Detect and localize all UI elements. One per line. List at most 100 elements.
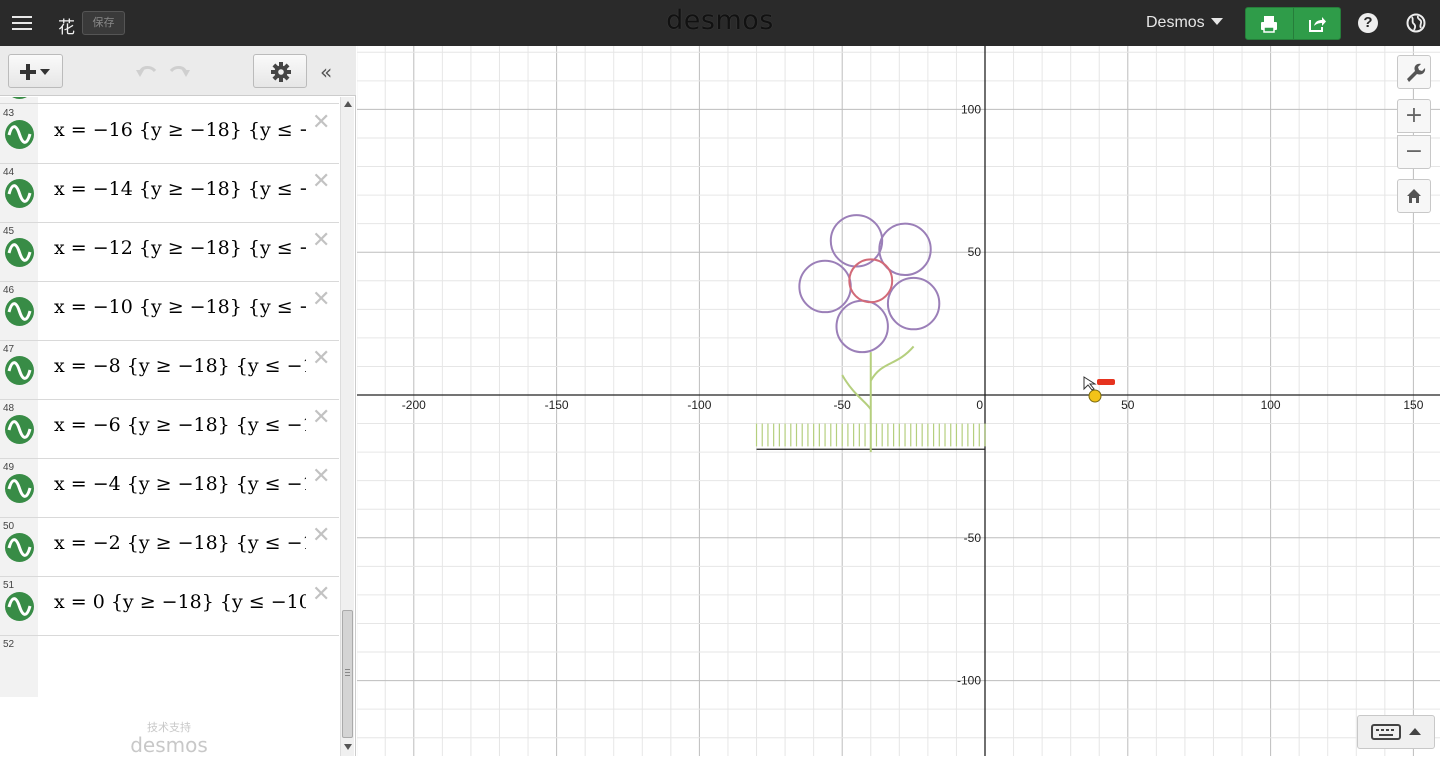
expression-style-icon[interactable] (5, 297, 34, 326)
undo-icon[interactable] (136, 62, 158, 80)
x-tick-label: 0 (976, 398, 983, 412)
expression-input[interactable]: x = 0 {y ≥ −18} {y ≤ −10} (54, 591, 306, 613)
powered-by-desmos[interactable]: 技术支持 desmos (128, 719, 210, 757)
share-icon[interactable] (1307, 14, 1327, 34)
delete-expression-icon[interactable]: ✕ (312, 346, 330, 371)
list-item[interactable]: 51 x = 0 {y ≥ −18} {y ≤ −10} ✕ (0, 577, 339, 636)
keyboard-icon (1371, 724, 1421, 740)
zoom-in-button[interactable]: + (1397, 99, 1431, 133)
list-item[interactable]: 45 x = −12 {y ≥ −18} {y ≤ −10} ✕ (0, 223, 339, 282)
expression-input[interactable]: x = −2 {y ≥ −18} {y ≤ −10} (54, 532, 306, 554)
delete-expression-icon[interactable]: ✕ (312, 405, 330, 430)
delete-expression-icon[interactable]: ✕ (312, 464, 330, 489)
list-item[interactable] (0, 97, 339, 104)
divider (1293, 8, 1294, 39)
expression-number: 44 (3, 167, 15, 178)
petal-circle (886, 276, 941, 331)
delete-expression-icon[interactable]: ✕ (312, 110, 330, 135)
expression-input[interactable]: x = −14 {y ≥ −18} {y ≤ −10} (54, 178, 306, 200)
y-tick-label: 100 (961, 102, 981, 116)
account-menu[interactable]: Desmos (1146, 14, 1223, 32)
collapse-panel-icon[interactable]: « (320, 60, 332, 84)
list-item[interactable]: 43 x = −16 {y ≥ −18} {y ≤ −10} ✕ (0, 105, 339, 164)
x-tick-label: -200 (402, 398, 426, 412)
expression-number: 45 (3, 226, 15, 237)
delete-expression-icon[interactable]: ✕ (312, 287, 330, 312)
desmos-logo: desmos (666, 5, 774, 36)
list-item[interactable]: 48 x = −6 {y ≥ −18} {y ≤ −10} ✕ (0, 400, 339, 459)
footer-brand: desmos (130, 733, 208, 757)
petal-circle (835, 299, 889, 354)
x-tick-label: -100 (687, 398, 711, 412)
expression-number: 47 (3, 344, 15, 355)
expression-style-icon[interactable] (5, 415, 34, 444)
expression-style-icon[interactable] (5, 474, 34, 503)
expression-input[interactable]: x = −10 {y ≥ −18} {y ≤ −10} (54, 296, 306, 318)
language-globe-icon[interactable] (1406, 13, 1426, 33)
caret-down-icon (1210, 18, 1223, 25)
expression-input[interactable]: x = −16 {y ≥ −18} {y ≤ −10} (54, 119, 306, 141)
sticker-icon (1097, 379, 1115, 385)
add-item-button[interactable] (8, 54, 63, 88)
help-icon[interactable]: ? (1358, 13, 1378, 33)
expression-number: 49 (3, 462, 15, 473)
expression-number: 48 (3, 403, 15, 414)
x-tick-label: -50 (834, 398, 852, 412)
scroll-down-icon[interactable] (344, 744, 352, 750)
expression-style-icon[interactable] (5, 97, 34, 99)
hamburger-menu-icon[interactable] (12, 12, 34, 34)
list-item[interactable]: 50 x = −2 {y ≥ −18} {y ≤ −10} ✕ (0, 518, 339, 577)
expression-style-icon[interactable] (5, 179, 34, 208)
expression-style-icon[interactable] (5, 120, 34, 149)
petal-circle (798, 259, 852, 314)
redo-icon[interactable] (168, 62, 190, 80)
top-bar: 花 保存 desmos Desmos ? (0, 0, 1440, 46)
x-tick-label: 50 (1121, 398, 1135, 412)
expression-style-icon[interactable] (5, 533, 34, 562)
delete-expression-icon[interactable]: ✕ (312, 523, 330, 548)
graph-title[interactable]: 花 (58, 13, 75, 38)
gear-icon (271, 62, 291, 82)
cursor-icon (1083, 376, 1097, 391)
y-tick-label: 50 (968, 245, 982, 259)
scrollbar[interactable] (340, 97, 354, 756)
expression-number: 46 (3, 285, 15, 296)
delete-expression-icon[interactable]: ✕ (312, 169, 330, 194)
keyboard-toggle-button[interactable] (1357, 715, 1435, 749)
expression-input[interactable]: x = −8 {y ≥ −18} {y ≤ −10} (54, 355, 306, 377)
list-item[interactable]: 46 x = −10 {y ≥ −18} {y ≤ −10} ✕ (0, 282, 339, 341)
graph-paper[interactable]: -200 -150 -100 -50 0 50 100 150 100 50 -50 -100 (356, 23, 1440, 756)
print-icon[interactable] (1259, 14, 1279, 34)
delete-expression-icon[interactable]: ✕ (312, 582, 330, 607)
list-item[interactable]: 49 x = −4 {y ≥ −18} {y ≤ −10} ✕ (0, 459, 339, 518)
graph-settings-wrench-icon[interactable] (1397, 55, 1431, 89)
expression-style-icon[interactable] (5, 238, 34, 267)
save-button[interactable]: 保存 (82, 11, 125, 35)
plus-dropdown-icon (20, 64, 50, 80)
sticker-icon (1088, 389, 1102, 403)
delete-expression-icon[interactable]: ✕ (312, 228, 330, 253)
x-tick-label: 100 (1261, 398, 1281, 412)
expression-input[interactable]: x = −4 {y ≥ −18} {y ≤ −10} (54, 473, 306, 495)
expression-number: 51 (3, 580, 15, 591)
new-expression-row[interactable]: 52 (0, 636, 339, 695)
settings-button[interactable] (253, 54, 307, 88)
scrollbar-thumb[interactable] (342, 610, 353, 738)
action-buttons-group (1245, 7, 1341, 40)
scroll-up-icon[interactable] (344, 101, 352, 107)
expression-panel: « 43 x = −16 {y ≥ −18} {y ≤ −10} ✕ 44 x = −1… (0, 46, 356, 757)
list-item[interactable]: 47 x = −8 {y ≥ −18} {y ≤ −10} ✕ (0, 341, 339, 400)
expression-list: 43 x = −16 {y ≥ −18} {y ≤ −10} ✕ 44 x = −14 … (0, 97, 339, 697)
expression-input[interactable]: x = −12 {y ≥ −18} {y ≤ −10} (54, 237, 306, 259)
leaf-curve (869, 345, 915, 382)
y-tick-label: -100 (957, 674, 981, 688)
expression-input[interactable]: x = −6 {y ≥ −18} {y ≤ −10} (54, 414, 306, 436)
expression-style-icon[interactable] (5, 356, 34, 385)
graph-canvas[interactable]: -200 -150 -100 -50 0 50 100 150 100 50 -50 -100 (356, 23, 1440, 756)
list-item[interactable]: 44 x = −14 {y ≥ −18} {y ≤ −10} ✕ (0, 164, 339, 223)
x-tick-label: -150 (545, 398, 569, 412)
zoom-out-button[interactable]: − (1397, 135, 1431, 169)
expression-style-icon[interactable] (5, 592, 34, 621)
home-zoom-icon[interactable] (1397, 179, 1431, 213)
x-tick-label: 150 (1403, 398, 1423, 412)
